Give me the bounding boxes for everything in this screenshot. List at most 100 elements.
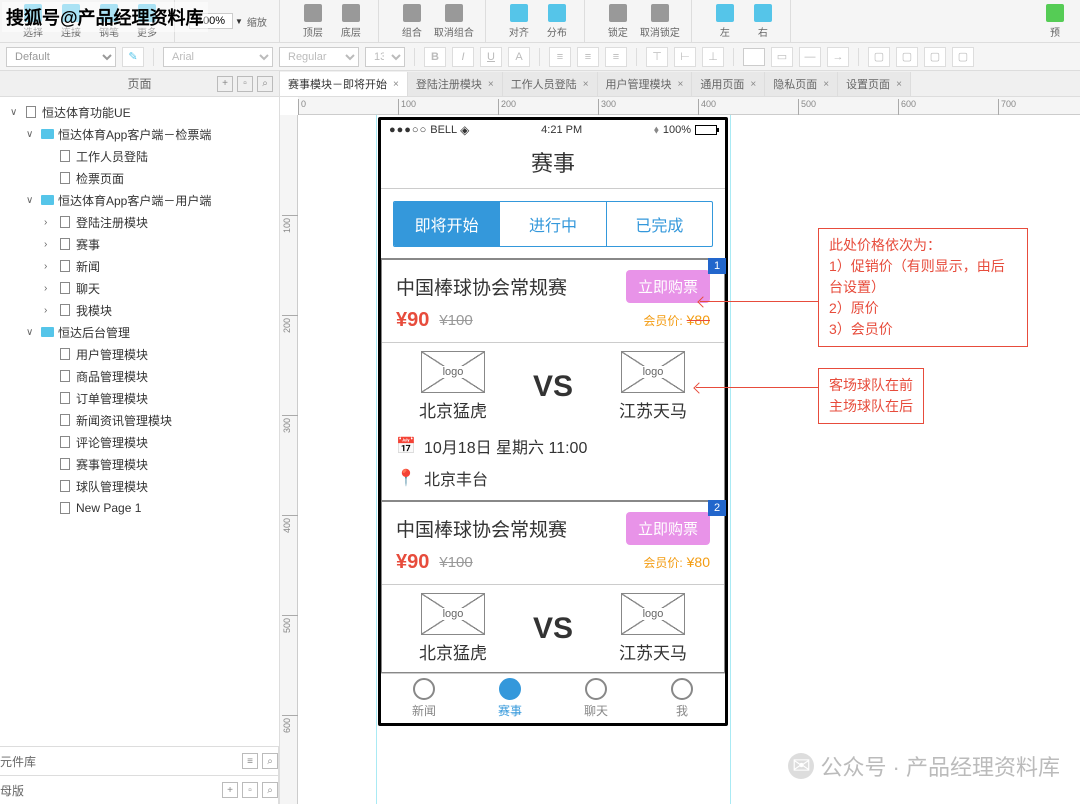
search-icon[interactable]: ⌕ bbox=[262, 782, 278, 798]
tree-item[interactable]: 用户管理模块 bbox=[0, 343, 279, 365]
close-icon[interactable]: × bbox=[750, 79, 756, 90]
document-tab[interactable]: 用户管理模块× bbox=[598, 72, 693, 96]
document-tab[interactable]: 登陆注册模块× bbox=[408, 72, 503, 96]
search-icon[interactable]: ⌕ bbox=[262, 753, 278, 769]
event-card[interactable]: 2 中国棒球协会常规赛 立即购票 ¥90 ¥100 会员价: ¥80 bbox=[381, 500, 725, 673]
tree-item[interactable]: New Page 1 bbox=[0, 497, 279, 519]
tree-item[interactable]: 赛事管理模块 bbox=[0, 453, 279, 475]
group-btn[interactable]: 组合 bbox=[393, 2, 431, 40]
send-back[interactable]: 底层 bbox=[332, 2, 370, 40]
tree-item[interactable]: 订单管理模块 bbox=[0, 387, 279, 409]
border-vis4[interactable]: ▢ bbox=[952, 47, 974, 67]
preview-btn[interactable]: 预 bbox=[1036, 2, 1074, 40]
close-icon[interactable]: × bbox=[488, 79, 494, 90]
tree-toggle-icon[interactable]: › bbox=[44, 261, 54, 272]
folder-icon[interactable]: ▫ bbox=[242, 782, 258, 798]
paint-format-icon[interactable]: ✎ bbox=[122, 47, 144, 67]
align-left-btn[interactable]: 左 bbox=[706, 2, 744, 40]
bold-btn[interactable]: B bbox=[424, 47, 446, 67]
nav-chat[interactable]: 聊天 bbox=[553, 678, 639, 719]
tree-toggle-icon[interactable]: ∨ bbox=[10, 107, 20, 118]
close-icon[interactable]: × bbox=[393, 79, 399, 90]
document-tab[interactable]: 赛事模块－即将开始× bbox=[280, 72, 408, 96]
document-tab[interactable]: 设置页面× bbox=[838, 72, 911, 96]
event-card[interactable]: 1 中国棒球协会常规赛 立即购票 ¥90 ¥100 会员价: ¥80 bbox=[381, 258, 725, 501]
valign-top[interactable]: ⊤ bbox=[646, 47, 668, 67]
document-tab[interactable]: 通用页面× bbox=[692, 72, 765, 96]
nav-me[interactable]: 我 bbox=[639, 678, 725, 719]
ungroup-btn[interactable]: 取消组合 bbox=[431, 2, 477, 40]
nav-events[interactable]: 赛事 bbox=[467, 678, 553, 719]
guide-line[interactable] bbox=[376, 115, 377, 804]
tree-toggle-icon[interactable]: ∨ bbox=[26, 195, 36, 206]
tree-item[interactable]: 新闻资讯管理模块 bbox=[0, 409, 279, 431]
tab-finished[interactable]: 已完成 bbox=[607, 202, 712, 246]
valign-mid[interactable]: ⊢ bbox=[674, 47, 696, 67]
masters-tab[interactable]: 母版+▫⌕ bbox=[0, 776, 279, 804]
tree-item[interactable]: 工作人员登陆 bbox=[0, 145, 279, 167]
distribute-btn[interactable]: 分布 bbox=[538, 2, 576, 40]
phone-mockup[interactable]: ●●●○○ BELL ◈ 4:21 PM ⬧ 100% 赛事 即将开始 进行中 … bbox=[378, 117, 728, 726]
line-style[interactable]: — bbox=[799, 47, 821, 67]
color-btn[interactable]: A bbox=[508, 47, 530, 67]
add-icon[interactable]: + bbox=[222, 782, 238, 798]
tree-toggle-icon[interactable]: › bbox=[44, 283, 54, 294]
tree-item[interactable]: ›新闻 bbox=[0, 255, 279, 277]
size-select[interactable]: 13 bbox=[365, 47, 405, 67]
tree-item[interactable]: 球队管理模块 bbox=[0, 475, 279, 497]
border-btn[interactable]: ▭ bbox=[771, 47, 793, 67]
annotation-teams[interactable]: 客场球队在前 主场球队在后 bbox=[818, 368, 924, 424]
guide-line[interactable] bbox=[730, 115, 731, 804]
align-btn[interactable]: 对齐 bbox=[500, 2, 538, 40]
style-select[interactable]: Default bbox=[6, 47, 116, 67]
ruler-horizontal[interactable]: 0100200300400500600700 bbox=[298, 97, 1080, 115]
tree-item[interactable]: 检票页面 bbox=[0, 167, 279, 189]
align-right-btn[interactable]: 右 bbox=[744, 2, 782, 40]
close-icon[interactable]: × bbox=[678, 79, 684, 90]
lock-btn[interactable]: 锁定 bbox=[599, 2, 637, 40]
tree-toggle-icon[interactable]: › bbox=[44, 239, 54, 250]
border-vis2[interactable]: ▢ bbox=[896, 47, 918, 67]
tree-item[interactable]: ∨恒达体育功能UE bbox=[0, 101, 279, 123]
tree-toggle-icon[interactable]: ∨ bbox=[26, 327, 36, 338]
tree-item[interactable]: ›聊天 bbox=[0, 277, 279, 299]
pages-tree[interactable]: ∨恒达体育功能UE∨恒达体育App客户端－检票端工作人员登陆检票页面∨恒达体育A… bbox=[0, 97, 279, 746]
tab-upcoming[interactable]: 即将开始 bbox=[394, 202, 500, 246]
widgets-tab[interactable]: 元件库≡⌕ bbox=[0, 747, 279, 775]
add-folder-icon[interactable]: ▫ bbox=[237, 76, 253, 92]
buy-ticket-button[interactable]: 立即购票 bbox=[626, 512, 710, 545]
close-icon[interactable]: × bbox=[823, 79, 829, 90]
add-page-icon[interactable]: + bbox=[217, 76, 233, 92]
search-icon[interactable]: ⌕ bbox=[257, 76, 273, 92]
document-tab[interactable]: 工作人员登陆× bbox=[503, 72, 598, 96]
valign-bot[interactable]: ⊥ bbox=[702, 47, 724, 67]
tree-toggle-icon[interactable]: ∨ bbox=[26, 129, 36, 140]
list-icon[interactable]: ≡ bbox=[242, 753, 258, 769]
document-tab[interactable]: 隐私页面× bbox=[765, 72, 838, 96]
tree-item[interactable]: ›登陆注册模块 bbox=[0, 211, 279, 233]
bring-front[interactable]: 顶层 bbox=[294, 2, 332, 40]
tree-item[interactable]: 商品管理模块 bbox=[0, 365, 279, 387]
tree-toggle-icon[interactable]: › bbox=[44, 305, 54, 316]
tree-toggle-icon[interactable]: › bbox=[44, 217, 54, 228]
font-select[interactable]: Arial bbox=[163, 47, 273, 67]
tree-item[interactable]: ∨恒达体育App客户端－用户端 bbox=[0, 189, 279, 211]
align-center-text[interactable]: ≡ bbox=[577, 47, 599, 67]
align-right-text[interactable]: ≡ bbox=[605, 47, 627, 67]
tab-ongoing[interactable]: 进行中 bbox=[500, 202, 606, 246]
tree-item[interactable]: ›赛事 bbox=[0, 233, 279, 255]
annotation-price[interactable]: 此处价格依次为： 1）促销价（有则显示，由后台设置） 2）原价 3）会员价 bbox=[818, 228, 1028, 347]
align-left-text[interactable]: ≡ bbox=[549, 47, 571, 67]
close-icon[interactable]: × bbox=[896, 79, 902, 90]
underline-btn[interactable]: U bbox=[480, 47, 502, 67]
unlock-btn[interactable]: 取消锁定 bbox=[637, 2, 683, 40]
arrow-style[interactable]: → bbox=[827, 47, 849, 67]
border-vis1[interactable]: ▢ bbox=[868, 47, 890, 67]
tree-item[interactable]: ›我模块 bbox=[0, 299, 279, 321]
buy-ticket-button[interactable]: 立即购票 bbox=[626, 270, 710, 303]
tree-item[interactable]: ∨恒达后台管理 bbox=[0, 321, 279, 343]
ruler-vertical[interactable]: 100200300400500600 bbox=[280, 115, 298, 804]
tree-item[interactable]: ∨恒达体育App客户端－检票端 bbox=[0, 123, 279, 145]
design-canvas[interactable]: ●●●○○ BELL ◈ 4:21 PM ⬧ 100% 赛事 即将开始 进行中 … bbox=[298, 115, 1080, 804]
weight-select[interactable]: Regular bbox=[279, 47, 359, 67]
